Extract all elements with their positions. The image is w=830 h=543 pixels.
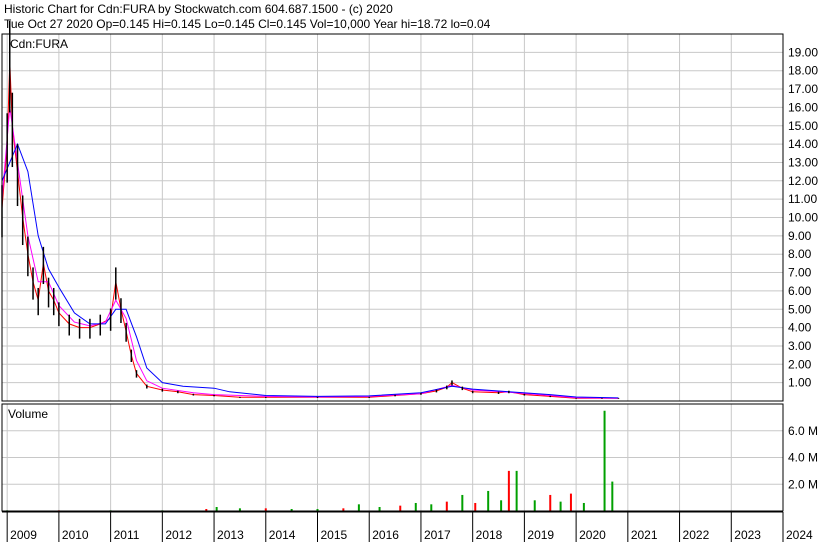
price-line [1,61,619,399]
price-tick-label: 13.00 [788,155,818,169]
price-tick-label: 1.00 [788,376,812,390]
price-tick-label: 14.00 [788,137,818,151]
x-tick-label: 2018 [476,528,503,542]
x-tick-label: 2016 [372,528,399,542]
x-tick-label: 2010 [62,528,89,542]
price-tick-label: 2.00 [788,357,812,371]
price-tick-label: 16.00 [788,100,818,114]
price-tick-label: 6.00 [788,284,812,298]
price-tick-label: 17.00 [788,82,818,96]
price-tick-label: 7.00 [788,266,812,280]
x-tick-label: 2020 [579,528,606,542]
price-tick-label: 10.00 [788,211,818,225]
symbol-label: Cdn:FURA [10,37,68,51]
price-tick-label: 19.00 [788,45,818,59]
price-tick-label: 11.00 [788,192,817,206]
x-tick-label: 2024 [786,528,813,542]
x-tick-label: 2021 [631,528,658,542]
volume-label: Volume [8,407,48,421]
historic-chart: 2009 2010 2011 2012 2013 2014 2015 2016 2017 2018… [1,20,818,542]
chart-window: Historic Chart for Cdn:FURA by Stockwatc… [0,0,830,543]
moving-average-long-line [1,142,619,399]
price-tick-label: 8.00 [788,247,812,261]
price-tick-label: 3.00 [788,339,812,353]
x-tick-label: 2023 [734,528,761,542]
price-tick-label: 18.00 [788,64,818,78]
price-tick-label: 4.00 [788,321,812,335]
x-tick-label: 2012 [165,528,192,542]
x-tick-label: 2013 [217,528,244,542]
x-tick-label: 2017 [424,528,451,542]
moving-average-line [1,107,619,399]
x-tick-label: 2022 [683,528,710,542]
price-tick-label: 5.00 [788,302,812,316]
volume-tick-label: 6.0 M [788,424,818,438]
price-tick-label: 15.00 [788,119,818,133]
x-tick-label: 2019 [527,528,554,542]
x-tick-label: 2011 [114,528,140,542]
volume-tick-label: 2.0 M [788,477,818,491]
price-tick-label: 9.00 [788,229,812,243]
x-tick-label: 2009 [10,528,37,542]
x-tick-label: 2015 [321,528,348,542]
volume-tick-label: 4.0 M [788,451,818,465]
price-tick-label: 12.00 [788,174,818,188]
x-tick-label: 2014 [269,528,296,542]
